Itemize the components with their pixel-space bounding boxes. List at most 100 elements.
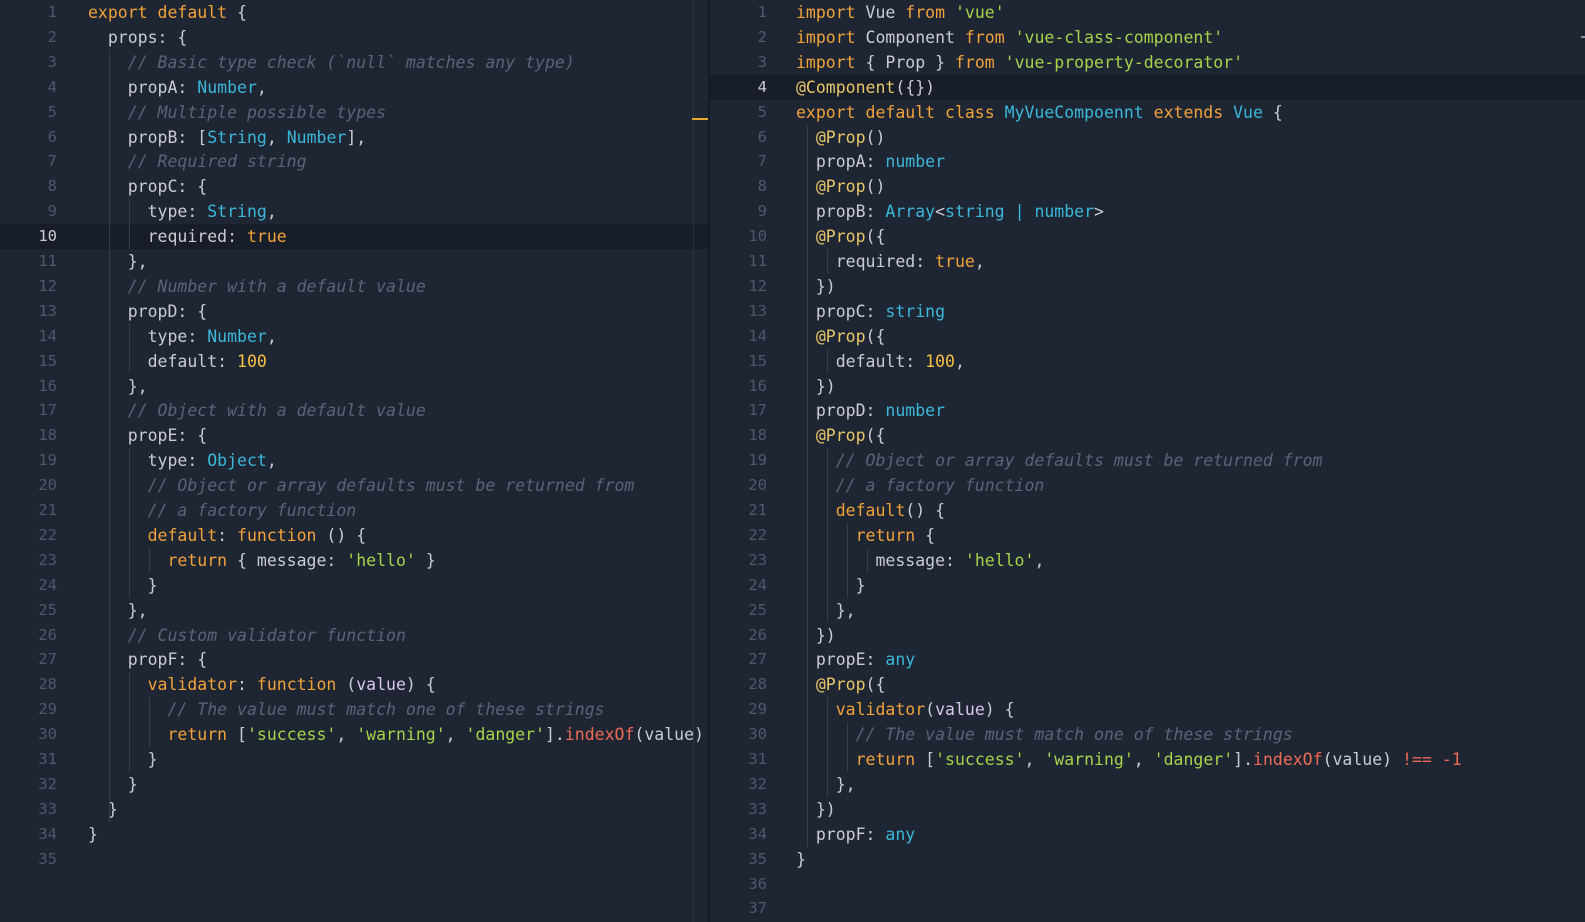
code-text: @Prop({ bbox=[796, 224, 886, 249]
code-text: propC: string bbox=[796, 299, 945, 324]
code-line[interactable]: 15 default: 100, bbox=[710, 349, 1585, 374]
code-token: function bbox=[256, 675, 337, 695]
code-line[interactable]: 10 required: true bbox=[0, 224, 708, 250]
line-number: 7 bbox=[47, 152, 57, 171]
line-number: 28 bbox=[748, 675, 767, 694]
code-line[interactable]: 8 @Prop() bbox=[710, 174, 1585, 199]
line-number: 14 bbox=[748, 326, 767, 345]
code-text: @Prop({ bbox=[796, 324, 886, 349]
code-line[interactable]: 7 // Required string bbox=[0, 149, 708, 174]
code-line[interactable]: 34 propF: any bbox=[710, 822, 1585, 847]
code-line[interactable]: 33 }) bbox=[710, 797, 1585, 822]
code-line[interactable]: 37 bbox=[710, 896, 1585, 921]
code-line[interactable]: 4 propA: Number, bbox=[0, 75, 708, 100]
code-token: () { bbox=[905, 501, 946, 520]
code-line[interactable]: 36 bbox=[710, 872, 1585, 897]
code-line[interactable]: 5 export default class MyVueCompoennt ext… bbox=[710, 100, 1585, 125]
code-line[interactable]: 2 props: { bbox=[0, 25, 708, 50]
code-token: required: bbox=[88, 227, 247, 247]
code-line[interactable]: 16 }, bbox=[0, 374, 708, 399]
code-text: @Prop({ bbox=[796, 672, 886, 697]
code-line[interactable]: 18 @Prop({ bbox=[710, 423, 1585, 448]
code-text: }, bbox=[88, 249, 148, 274]
code-text: // The value must match one of these str… bbox=[88, 697, 604, 722]
code-line[interactable]: 23 return { message: 'hello' } bbox=[0, 548, 708, 573]
scrollbar-left[interactable] bbox=[693, 0, 694, 922]
code-line[interactable]: 24 } bbox=[0, 573, 708, 598]
code-line[interactable]: 14 type: Number, bbox=[0, 324, 708, 349]
code-line[interactable]: 5 // Multiple possible types bbox=[0, 100, 708, 125]
code-line[interactable]: 32 }, bbox=[710, 772, 1585, 797]
line-number: 20 bbox=[748, 476, 767, 495]
code-line[interactable]: 17 // Object with a default value bbox=[0, 398, 708, 423]
code-line[interactable]: 20 // Object or array defaults must be r… bbox=[0, 473, 708, 498]
scroll-marker bbox=[692, 118, 708, 120]
code-line[interactable]: 35 bbox=[0, 847, 708, 872]
code-line[interactable]: 19 // Object or array defaults must be r… bbox=[710, 448, 1585, 473]
code-line[interactable]: 6 @Prop() bbox=[710, 125, 1585, 150]
code-line[interactable]: 13 propD: { bbox=[0, 299, 708, 324]
code-line[interactable]: 13 propC: string bbox=[710, 299, 1585, 324]
code-line[interactable]: 27 propF: { bbox=[0, 647, 708, 672]
editor-pane-right[interactable]: 1 import Vue from 'vue' 2 import Component … bbox=[710, 0, 1585, 922]
code-line[interactable]: 15 default: 100 bbox=[0, 349, 708, 374]
code-token: true bbox=[935, 252, 975, 271]
code-line[interactable]: 22 return { bbox=[710, 523, 1585, 548]
line-number: 25 bbox=[748, 600, 767, 619]
code-line[interactable]: 6 propB: [String, Number], bbox=[0, 125, 708, 150]
code-line[interactable]: 25 }, bbox=[0, 598, 708, 623]
code-line[interactable]: 10 @Prop({ bbox=[710, 224, 1585, 249]
code-line[interactable]: 1 import Vue from 'vue' bbox=[710, 0, 1585, 25]
code-line[interactable]: 27 propE: any bbox=[710, 647, 1585, 672]
code-line[interactable]: 22 default: function () { bbox=[0, 523, 708, 548]
code-line[interactable]: 21 default() { bbox=[710, 498, 1585, 523]
code-text: propE: { bbox=[88, 423, 207, 448]
code-line[interactable]: 33 } bbox=[0, 797, 708, 822]
code-line[interactable]: 3 import { Prop } from 'vue-property-deco… bbox=[710, 50, 1585, 75]
code-line[interactable]: 12 }) bbox=[710, 274, 1585, 299]
code-line[interactable]: 14 @Prop({ bbox=[710, 324, 1585, 349]
code-line[interactable]: 29 validator(value) { bbox=[710, 697, 1585, 722]
code-line[interactable]: 24 } bbox=[710, 573, 1585, 598]
code-line[interactable]: 11 }, bbox=[0, 249, 708, 274]
code-token: Vue bbox=[855, 3, 906, 22]
code-line[interactable]: 1 export default { bbox=[0, 0, 708, 25]
code-line[interactable]: 2 import Component from 'vue-class-compon… bbox=[710, 25, 1585, 50]
code-line[interactable]: 17 propD: number bbox=[710, 398, 1585, 423]
code-line[interactable]: 9 type: String, bbox=[0, 199, 708, 224]
code-token: ], bbox=[346, 127, 367, 147]
code-line[interactable]: 4 @Component({}) bbox=[710, 74, 1585, 100]
code-text: // Required string bbox=[88, 149, 307, 174]
code-token: value bbox=[935, 700, 985, 720]
code-line[interactable]: 11 required: true, bbox=[710, 249, 1585, 274]
code-line[interactable]: 21 // a factory function bbox=[0, 498, 708, 523]
line-number: 17 bbox=[38, 401, 57, 420]
code-line[interactable]: 7 propA: number bbox=[710, 149, 1585, 174]
code-line[interactable]: 19 type: Object, bbox=[0, 448, 708, 473]
code-line[interactable]: 26 }) bbox=[710, 623, 1585, 648]
code-line[interactable]: 32 } bbox=[0, 772, 708, 797]
code-line[interactable]: 26 // Custom validator function bbox=[0, 623, 708, 648]
code-line[interactable]: 8 propC: { bbox=[0, 174, 708, 199]
code-line[interactable]: 16 }) bbox=[710, 374, 1585, 399]
code-line[interactable]: 25 }, bbox=[710, 598, 1585, 623]
code-line[interactable]: 30 return ['success', 'warning', 'danger… bbox=[0, 722, 708, 747]
editor-pane-left[interactable]: 1 export default {2 props: {3 // Basic ty… bbox=[0, 0, 708, 922]
code-line[interactable]: 34} bbox=[0, 822, 708, 847]
code-line[interactable]: 23 message: 'hello', bbox=[710, 548, 1585, 573]
code-line[interactable]: 20 // a factory function bbox=[710, 473, 1585, 498]
code-line[interactable]: 30 // The value must match one of these … bbox=[710, 722, 1585, 747]
code-token: ({ bbox=[865, 675, 886, 695]
code-line[interactable]: 3 // Basic type check (`null` matches an… bbox=[0, 50, 708, 75]
code-line[interactable]: 35} bbox=[710, 847, 1585, 872]
code-line[interactable]: 18 propE: { bbox=[0, 423, 708, 448]
code-line[interactable]: 28 validator: function (value) { bbox=[0, 672, 708, 697]
code-line[interactable]: 29 // The value must match one of these … bbox=[0, 697, 708, 722]
code-token: { Prop } bbox=[855, 52, 955, 72]
code-line[interactable]: 9 propB: Array<string | number> bbox=[710, 199, 1585, 224]
line-number: 21 bbox=[38, 501, 57, 519]
code-line[interactable]: 31 } bbox=[0, 747, 708, 772]
code-line[interactable]: 28 @Prop({ bbox=[710, 672, 1585, 697]
code-line[interactable]: 12 // Number with a default value bbox=[0, 274, 708, 299]
code-line[interactable]: 31 return ['success', 'warning', 'danger… bbox=[710, 747, 1585, 772]
